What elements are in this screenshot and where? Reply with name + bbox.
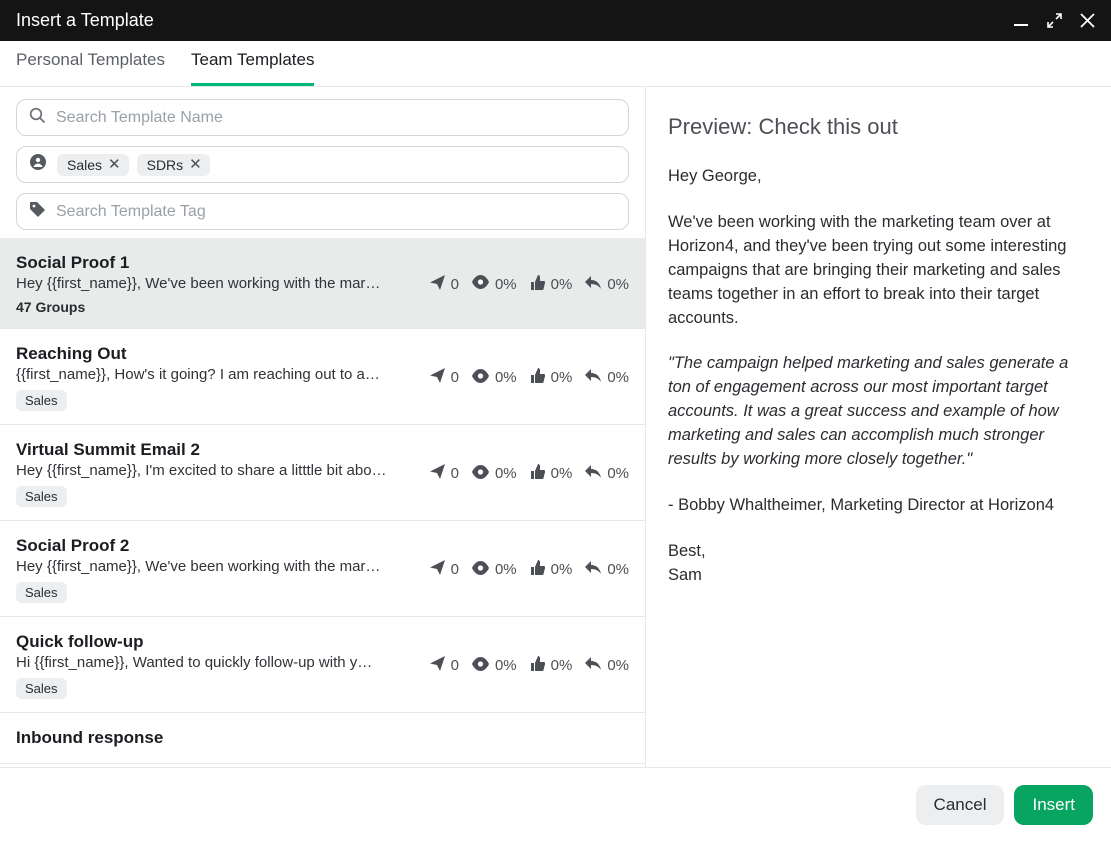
template-snippet: Hey {{first_name}}, We've been working w… — [16, 275, 396, 292]
template-stats: 00%0%0% — [429, 367, 629, 388]
tab-team-templates[interactable]: Team Templates — [191, 50, 314, 86]
tabs-row: Personal Templates Team Templates — [0, 41, 1111, 87]
template-item[interactable]: Reaching Out {{first_name}}, How's it goi… — [0, 329, 645, 425]
template-item[interactable]: Social Proof 1 Hey {{first_name}}, We've … — [0, 238, 645, 329]
template-list: Social Proof 1 Hey {{first_name}}, We've … — [0, 238, 645, 767]
template-item[interactable]: Quick follow-up Hi {{first_name}}, Wanted… — [0, 617, 645, 713]
template-footer-text: 47 Groups — [16, 299, 85, 315]
group-filter-field[interactable]: Sales✕ SDRs✕ — [16, 146, 629, 183]
thumbs-up-icon — [529, 655, 546, 676]
send-icon — [429, 559, 446, 580]
filters: Sales✕ SDRs✕ — [0, 87, 645, 234]
window-title: Insert a Template — [16, 10, 154, 31]
eye-icon — [471, 369, 490, 387]
template-title: Quick follow-up — [16, 632, 415, 652]
reply-icon — [584, 464, 602, 483]
template-stats: 00%0%0% — [429, 274, 629, 295]
cancel-button[interactable]: Cancel — [916, 785, 1005, 825]
preview-panel: Preview: Check this out Hey George, We'v… — [646, 87, 1111, 767]
reply-icon — [584, 368, 602, 387]
group-chip[interactable]: Sales✕ — [57, 154, 129, 176]
titlebar: Insert a Template — [0, 0, 1111, 41]
search-tag-field[interactable] — [16, 193, 629, 230]
dialog-footer: Cancel Insert — [0, 768, 1111, 841]
template-tag: Sales — [16, 582, 67, 603]
tag-icon — [29, 201, 46, 223]
send-icon — [429, 463, 446, 484]
eye-icon — [471, 275, 490, 293]
search-tag-input[interactable] — [56, 203, 616, 221]
group-icon — [29, 153, 47, 176]
chip-remove-icon[interactable]: ✕ — [189, 157, 202, 172]
eye-icon — [471, 465, 490, 483]
chip-remove-icon[interactable]: ✕ — [108, 157, 121, 172]
preview-heading: Preview: Check this out — [668, 111, 1087, 143]
minimize-icon[interactable] — [1013, 13, 1029, 29]
template-item[interactable]: Social Proof 2 Hey {{first_name}}, We've … — [0, 521, 645, 617]
window-controls — [1013, 13, 1095, 29]
template-stats: 00%0%0% — [429, 559, 629, 580]
preview-closing: Best, Sam — [668, 540, 1087, 588]
reply-icon — [584, 656, 602, 675]
template-title: Reaching Out — [16, 344, 415, 364]
reply-icon — [584, 275, 602, 294]
template-item[interactable]: Virtual Summit Email 2 Hey {{first_name}}… — [0, 425, 645, 521]
template-snippet: Hey {{first_name}}, We've been working w… — [16, 558, 396, 575]
search-name-field[interactable] — [16, 99, 629, 136]
template-stats: 00%0%0% — [429, 463, 629, 484]
group-chip[interactable]: SDRs✕ — [137, 154, 210, 176]
template-tag: Sales — [16, 390, 67, 411]
expand-icon[interactable] — [1047, 13, 1062, 28]
template-list-panel: Sales✕SDRs✕ Social Proof 1Hey {{first_na… — [0, 87, 646, 767]
template-snippet: {{first_name}}, How's it going? I am rea… — [16, 366, 396, 383]
template-tag: Sales — [16, 678, 67, 699]
send-icon — [429, 367, 446, 388]
template-snippet: Hey {{first_name}}, I'm excited to share… — [16, 462, 396, 479]
reply-icon — [584, 560, 602, 579]
search-name-input[interactable] — [56, 109, 616, 127]
eye-icon — [471, 561, 490, 579]
eye-icon — [471, 657, 490, 675]
template-stats: 00%0%0% — [429, 655, 629, 676]
template-item[interactable]: Inbound response — [0, 713, 645, 764]
template-snippet: Hi {{first_name}}, Wanted to quickly fol… — [16, 654, 396, 671]
tab-personal-templates[interactable]: Personal Templates — [16, 50, 165, 86]
preview-greeting: Hey George, — [668, 165, 1087, 189]
template-title: Inbound response — [16, 728, 629, 748]
main-content: Sales✕SDRs✕ Social Proof 1Hey {{first_na… — [0, 87, 1111, 768]
close-icon[interactable] — [1080, 13, 1095, 28]
preview-paragraph: We've been working with the marketing te… — [668, 211, 1087, 331]
preview-attribution: - Bobby Whaltheimer, Marketing Director … — [668, 494, 1087, 518]
template-title: Virtual Summit Email 2 — [16, 440, 415, 460]
send-icon — [429, 274, 446, 295]
template-title: Social Proof 1 — [16, 253, 415, 273]
thumbs-up-icon — [529, 367, 546, 388]
send-icon — [429, 655, 446, 676]
thumbs-up-icon — [529, 559, 546, 580]
search-icon — [29, 107, 46, 129]
preview-quote: "The campaign helped marketing and sales… — [668, 352, 1087, 472]
template-tag: Sales — [16, 486, 67, 507]
insert-button[interactable]: Insert — [1014, 785, 1093, 825]
template-title: Social Proof 2 — [16, 536, 415, 556]
thumbs-up-icon — [529, 463, 546, 484]
thumbs-up-icon — [529, 274, 546, 295]
